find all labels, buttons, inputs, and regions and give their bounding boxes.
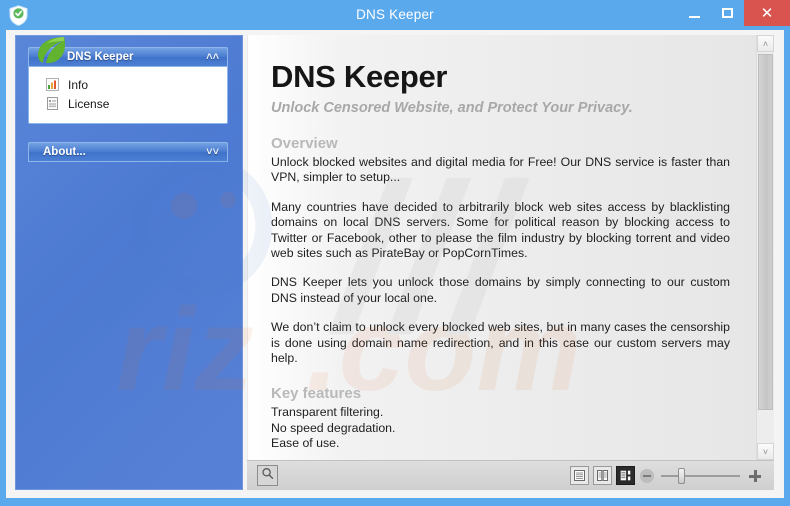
overview-paragraph-4: We don’t claim to unlock every blocked w… <box>271 320 730 366</box>
feature-item-2: No speed degradation. <box>271 420 396 435</box>
sidebar-item-label-license: License <box>68 96 110 111</box>
view-mode-group <box>570 466 635 485</box>
sidebar-panel-header-dns-keeper[interactable]: DNS Keeper ˄˄ <box>28 47 228 67</box>
zoom-in-button[interactable] <box>748 469 762 483</box>
sidebar-panel-title: DNS Keeper <box>67 51 134 63</box>
scrollbar-thumb[interactable] <box>758 54 773 410</box>
chevron-up-icon[interactable]: ˄˄ <box>206 48 219 66</box>
document-list-icon <box>46 97 59 110</box>
page-subtitle: Unlock Censored Website, and Protect You… <box>271 100 633 116</box>
sidebar-panel-body-dns-keeper: Info License <box>28 67 228 124</box>
sidebar-panel-about: About... ˅˅ <box>28 142 228 162</box>
overview-paragraph-3: DNS Keeper lets you unlock those domains… <box>271 275 730 305</box>
two-page-view-button[interactable] <box>593 466 612 485</box>
window-controls: ✕ <box>678 0 790 26</box>
minimize-button[interactable] <box>678 0 711 26</box>
section-heading-overview: Overview <box>271 135 338 152</box>
single-page-view-button[interactable] <box>570 466 589 485</box>
sidebar-item-info[interactable]: Info <box>29 75 227 94</box>
maximize-icon <box>722 8 733 18</box>
plus-icon-vertical <box>753 470 757 482</box>
sidebar-item-label-info: Info <box>68 77 89 92</box>
zoom-slider-track[interactable] <box>661 475 740 477</box>
minus-icon <box>643 475 651 477</box>
sidebar-panel-header-about[interactable]: About... ˅˅ <box>28 142 228 162</box>
feature-item-3: Ease of use. <box>271 436 340 451</box>
maximize-button[interactable] <box>711 0 744 26</box>
window-body: DNS Keeper ˄˄ Info License About... ˅˅ D… <box>6 30 784 498</box>
sidebar: DNS Keeper ˄˄ Info License About... ˅˅ <box>15 35 243 490</box>
document-view: DNS Keeper Unlock Censored Website, and … <box>247 35 752 460</box>
section-heading-key-features: Key features <box>271 385 362 403</box>
sidebar-panel-title-about: About... <box>43 146 86 158</box>
overview-paragraph-1: Unlock blocked websites and digital medi… <box>271 155 730 185</box>
zoom-slider-group[interactable] <box>640 467 762 485</box>
zoom-slider-thumb[interactable] <box>678 468 685 484</box>
vertical-scrollbar[interactable]: ˄ ˅ <box>756 35 774 460</box>
chevron-down-icon[interactable]: ˅˅ <box>206 143 219 161</box>
feature-item-1: Transparent filtering. <box>271 405 384 420</box>
search-button[interactable] <box>257 465 278 486</box>
scroll-down-arrow-icon[interactable]: ˅ <box>757 443 774 460</box>
overview-paragraph-2: Many countries have decided to arbitrari… <box>271 199 730 261</box>
dns-keeper-window: DNS Keeper ✕ DNS Keeper ˄˄ Info License … <box>0 0 790 506</box>
zoom-out-button[interactable] <box>640 469 654 483</box>
sidebar-item-license[interactable]: License <box>29 94 227 113</box>
bottom-toolbar <box>247 460 774 490</box>
page-with-sidebar-view-button[interactable] <box>616 466 635 485</box>
sidebar-panel-dns-keeper: DNS Keeper ˄˄ Info License <box>28 37 228 124</box>
window-title: DNS Keeper <box>356 7 434 22</box>
minimize-icon <box>689 15 700 18</box>
content-pane: DNS Keeper Unlock Censored Website, and … <box>247 35 774 490</box>
magnifier-icon <box>261 467 274 485</box>
scroll-up-arrow-icon[interactable]: ˄ <box>757 35 774 52</box>
close-button[interactable]: ✕ <box>744 0 790 26</box>
title-bar: DNS Keeper ✕ <box>0 0 790 30</box>
bar-chart-icon <box>46 78 59 91</box>
page-title: DNS Keeper <box>271 59 448 94</box>
